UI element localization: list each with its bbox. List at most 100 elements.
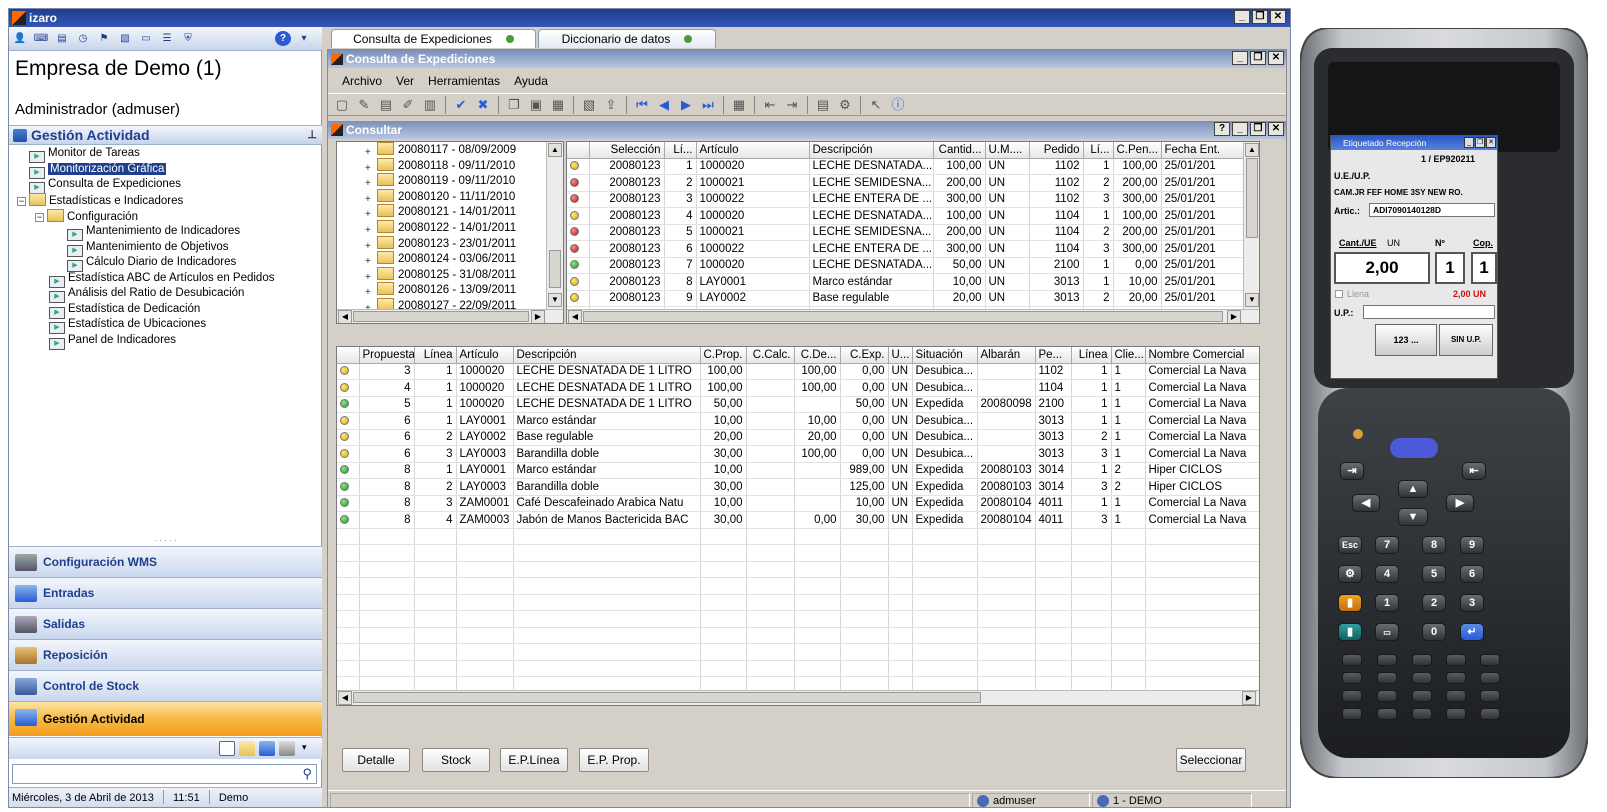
column-header[interactable]: Lí... xyxy=(1083,142,1114,159)
device-key-2[interactable]: 2 xyxy=(1422,594,1446,612)
scroll-right-icon[interactable]: ▶ xyxy=(1242,691,1256,705)
tree-item-monitorizacion[interactable]: ▶ Monitorización Gráfica xyxy=(29,162,167,179)
device-artic-value[interactable]: ADI7090140128D xyxy=(1369,203,1495,217)
minimize-button[interactable]: _ xyxy=(1232,122,1248,136)
accept-icon[interactable]: ✔ xyxy=(451,96,471,114)
scroll-thumb[interactable] xyxy=(549,250,561,288)
device-key-8[interactable]: 8 xyxy=(1422,536,1446,554)
device-key-alpha[interactable] xyxy=(1412,708,1432,720)
tree-folder-item[interactable]: +20080126 - 13/09/2011 xyxy=(337,282,516,298)
nav-control-stock[interactable]: Control de Stock xyxy=(9,670,322,701)
device-key-down[interactable]: ▼ xyxy=(1398,508,1428,526)
ep-linea-button[interactable]: E.P.Línea xyxy=(500,748,568,772)
shelves-icon[interactable] xyxy=(279,741,295,756)
detalle-button[interactable]: Detalle xyxy=(342,748,410,772)
device-key-alpha[interactable] xyxy=(1480,690,1500,702)
nav-salidas[interactable]: Salidas xyxy=(9,608,322,639)
device-key-alpha[interactable] xyxy=(1446,708,1466,720)
column-header[interactable]: Línea xyxy=(414,347,457,364)
tree-folder-item[interactable]: +20080118 - 09/11/2010 xyxy=(337,157,515,174)
device-key-alpha[interactable] xyxy=(1342,708,1362,720)
tree-folder-item[interactable]: +20080122 - 14/01/2011 xyxy=(337,220,516,236)
export-icon[interactable]: ⇪ xyxy=(601,96,621,114)
scroll-left-icon[interactable]: ◀ xyxy=(338,310,352,323)
import-icon[interactable]: ⇤ xyxy=(760,96,780,114)
table-row[interactable]: 6 1 LAY0001 Marco estándar 10,00 10,00 0,00 UN D… xyxy=(337,412,1259,430)
device-cop-value[interactable]: 1 xyxy=(1471,252,1497,284)
paste-icon[interactable]: ▣ xyxy=(526,96,546,114)
device-key-alpha[interactable] xyxy=(1446,654,1466,666)
device-key-alpha[interactable] xyxy=(1377,654,1397,666)
list-icon[interactable]: ☰ xyxy=(159,31,175,46)
table-row[interactable]: 6 2 LAY0002 Base regulable 20,00 20,00 0,00 UN D… xyxy=(337,429,1259,446)
last-icon[interactable]: ⏭ xyxy=(698,96,718,114)
device-key-9[interactable]: 9 xyxy=(1460,536,1484,554)
device-key-alpha[interactable] xyxy=(1480,654,1500,666)
seleccionar-button[interactable]: Seleccionar xyxy=(1176,748,1246,772)
clock-icon[interactable]: ◷ xyxy=(75,31,91,46)
nav-gestion-actividad[interactable]: Gestión Actividad xyxy=(9,701,322,736)
scroll-right-icon[interactable]: ▶ xyxy=(1227,310,1241,323)
tree-folder-item[interactable]: +20080120 - 11/11/2010 xyxy=(337,188,515,205)
scroll-thumb[interactable] xyxy=(1246,158,1258,238)
column-header[interactable]: Artículo xyxy=(696,142,810,159)
device-key-5[interactable]: 5 xyxy=(1422,565,1446,583)
device-key-0[interactable]: 0 xyxy=(1422,623,1446,641)
menu-ver[interactable]: Ver xyxy=(396,70,414,92)
minimize-button[interactable]: _ xyxy=(1234,10,1250,24)
table-row[interactable]: 20080123 9 LAY0002 Base regulable 20,00 UN 301… xyxy=(567,290,1252,307)
pane-splitter[interactable]: · · · · · xyxy=(9,537,322,545)
device-key-green[interactable]: ▮ xyxy=(1338,623,1362,641)
lower-hscrollbar[interactable]: ◀ ▶ xyxy=(337,690,1259,705)
device-key-4[interactable]: 4 xyxy=(1375,565,1399,583)
table-row[interactable]: 20080123 2 1000021 LECHE SEMIDESNA... 200,00… xyxy=(567,174,1252,192)
tree-item-mant-objetivos[interactable]: ▶ Mantenimiento de Objetivos xyxy=(67,240,229,257)
scroll-up-icon[interactable]: ▲ xyxy=(1245,143,1259,157)
menu-herramientas[interactable]: Herramientas xyxy=(428,70,500,92)
column-header[interactable]: U.M.... xyxy=(985,142,1030,159)
table-row[interactable]: 20080123 5 1000021 LECHE SEMIDESNA... 200,00… xyxy=(567,224,1252,241)
device-key-alpha[interactable] xyxy=(1377,672,1397,684)
column-header[interactable]: Situación xyxy=(912,347,978,364)
tree-folder-item[interactable]: +20080124 - 03/06/2011 xyxy=(337,251,516,267)
view-icon[interactable]: ▤ xyxy=(376,96,396,114)
pin-icon[interactable]: ⊥ xyxy=(307,126,317,145)
device-key-left[interactable]: ◀ xyxy=(1352,494,1380,512)
menu-archivo[interactable]: Archivo xyxy=(342,70,382,92)
table-row[interactable]: 8 3 ZAM0001 Café Descafeinado Arabica Natu 1… xyxy=(337,495,1259,512)
folder-icon[interactable] xyxy=(239,741,255,756)
minimize-button[interactable]: _ xyxy=(1232,51,1248,65)
table-row[interactable]: 20080123 4 1000020 LECHE DESNATADA... 100,00… xyxy=(567,207,1252,225)
llena-checkbox[interactable] xyxy=(1335,290,1343,298)
tree-item-consulta-expediciones[interactable]: ▶ Consulta de Expediciones xyxy=(29,177,181,194)
device-key-alpha[interactable] xyxy=(1342,672,1362,684)
device-key-alpha[interactable] xyxy=(1342,654,1362,666)
shield-icon[interactable]: ⛨ xyxy=(180,31,196,46)
column-header[interactable]: Selección xyxy=(589,142,665,159)
table-row[interactable]: 20080123 6 1000022 LECHE ENTERA DE ... 300,0… xyxy=(567,240,1252,258)
device-key-alpha[interactable] xyxy=(1446,672,1466,684)
nav-configuracion-wms[interactable]: Configuración WMS xyxy=(9,546,322,577)
edit-icon[interactable]: ✎ xyxy=(354,96,374,114)
column-header[interactable]: C.De... xyxy=(794,347,841,364)
table-row[interactable]: 6 3 LAY0003 Barandilla doble 30,00 100,00 0,00… xyxy=(337,445,1259,463)
device-key-1[interactable]: 1 xyxy=(1375,594,1399,612)
next-icon[interactable]: ▶ xyxy=(676,96,696,114)
column-header[interactable] xyxy=(567,142,590,159)
device-key-alpha[interactable] xyxy=(1342,690,1362,702)
scroll-thumb[interactable] xyxy=(353,692,981,703)
device-key-tab[interactable]: ⇥ xyxy=(1340,462,1364,480)
tree-item-estadisticas[interactable]: − Estadísticas e Indicadores xyxy=(17,193,183,208)
tree-hscrollbar[interactable]: ◀ ▶ xyxy=(337,309,563,323)
device-key-alpha[interactable] xyxy=(1480,708,1500,720)
device-123-button[interactable]: 123 ... xyxy=(1375,324,1437,356)
scroll-up-icon[interactable]: ▲ xyxy=(548,143,562,157)
ep-prop-button[interactable]: E.P. Prop. xyxy=(579,748,649,772)
tree-item-mant-indicadores[interactable]: ▶ Mantenimiento de Indicadores xyxy=(67,224,240,241)
column-header[interactable]: Línea xyxy=(1071,347,1112,364)
tree-item-dedicacion[interactable]: ▶ Estadística de Dedicación xyxy=(49,302,200,319)
tree-item-configuracion[interactable]: − Configuración xyxy=(35,209,138,224)
dropdown-icon[interactable]: ▾ xyxy=(296,31,312,46)
restore-button[interactable]: ❐ xyxy=(1250,51,1266,65)
column-header[interactable]: Pe... xyxy=(1035,347,1072,364)
